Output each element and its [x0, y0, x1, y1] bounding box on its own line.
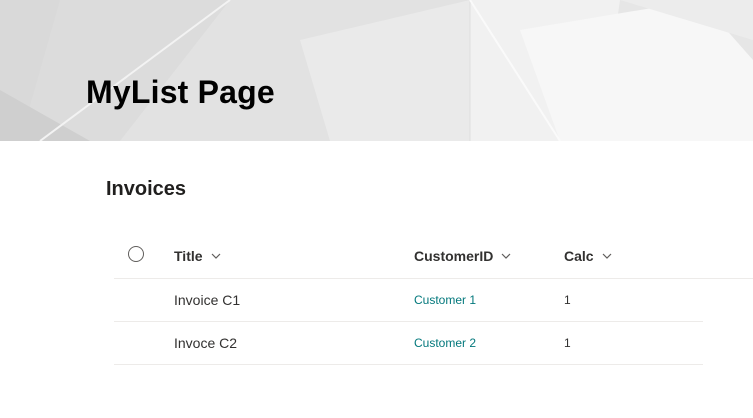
cell-calc: 1 [564, 336, 571, 350]
chevron-down-icon [211, 253, 220, 259]
chevron-down-icon [501, 253, 511, 259]
banner-background-pattern [0, 0, 753, 141]
cell-title[interactable]: Invoce C2 [174, 322, 237, 364]
select-all-checkbox[interactable] [128, 246, 144, 262]
column-header-title[interactable]: Title [174, 234, 221, 278]
list-title: Invoices [106, 178, 187, 200]
chevron-down-icon [602, 253, 612, 259]
list-row[interactable]: Invoce C2 Customer 2 1 [114, 322, 703, 365]
cell-title[interactable]: Invoice C1 [174, 279, 240, 321]
column-header-calc[interactable]: Calc [564, 234, 612, 278]
column-header-label: Title [174, 248, 203, 264]
list-header-row: Title CustomerID Calc [114, 234, 753, 279]
invoices-list: Title CustomerID Calc Invoice C1 Custome… [114, 234, 753, 365]
cell-calc: 1 [564, 293, 571, 307]
column-header-customerid[interactable]: CustomerID [414, 234, 511, 278]
cell-customer-link[interactable]: Customer 1 [414, 279, 476, 321]
page-banner: MyList Page [0, 0, 753, 141]
column-header-label: Calc [564, 248, 594, 264]
page-title: MyList Page [86, 74, 275, 110]
cell-customer-link[interactable]: Customer 2 [414, 322, 476, 364]
column-header-label: CustomerID [414, 248, 494, 264]
list-row[interactable]: Invoice C1 Customer 1 1 [114, 279, 703, 322]
